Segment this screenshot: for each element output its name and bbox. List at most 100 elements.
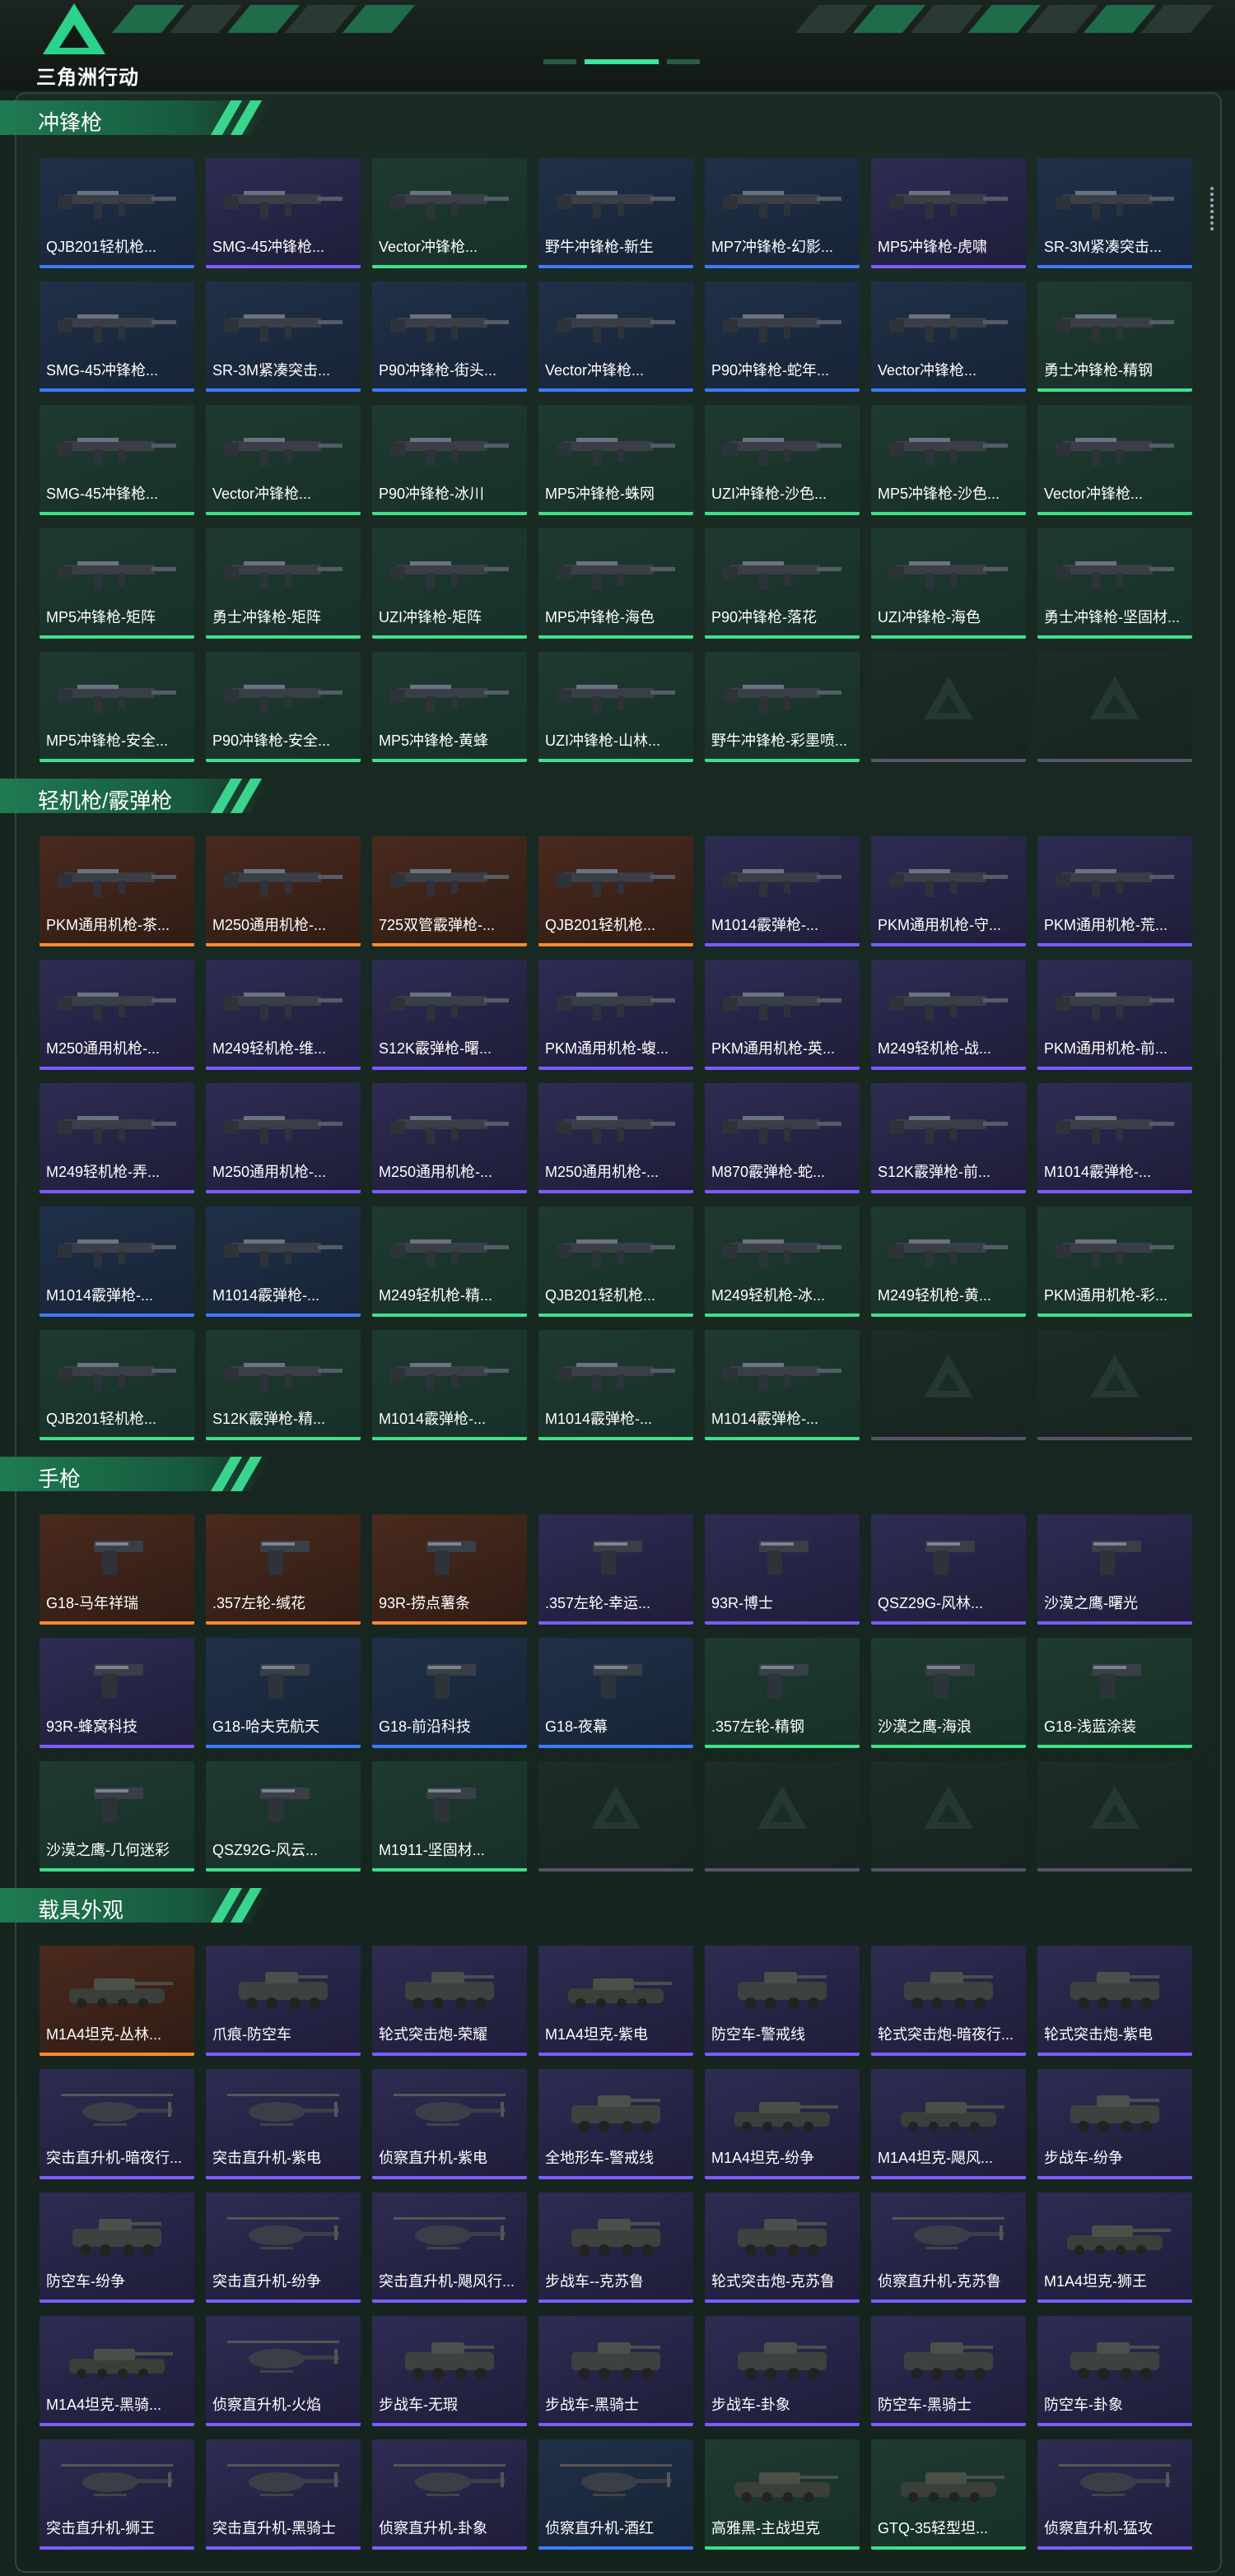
skin-card[interactable]: 侦察直升机-火焰	[206, 2316, 361, 2426]
skin-card[interactable]: 侦察直升机-卦象	[372, 2439, 527, 2550]
skin-card[interactable]: 沙漠之鹰-曙光	[1037, 1514, 1192, 1625]
skin-card[interactable]: 突击直升机-狮王	[40, 2439, 194, 2550]
skin-card[interactable]: 轮式突击炮-暗夜行...	[871, 1946, 1026, 2056]
scrollbar[interactable]	[1210, 184, 1215, 242]
skin-card[interactable]: 侦察直升机-酒红	[538, 2439, 693, 2550]
skin-card[interactable]: MP5冲锋枪-海色	[538, 528, 693, 639]
skin-card[interactable]: 突击直升机-暗夜行...	[40, 2069, 194, 2179]
skin-card[interactable]: 侦察直升机-克苏鲁	[871, 2192, 1026, 2303]
skin-card[interactable]: 勇士冲锋枪-坚固材...	[1037, 528, 1192, 639]
skin-card[interactable]: P90冲锋枪-蛇年...	[705, 281, 860, 392]
skin-card[interactable]: PKM通用机枪-茶...	[40, 836, 194, 946]
skin-card[interactable]: Vector冲锋枪...	[538, 281, 693, 392]
skin-card[interactable]: S12K霰弹枪-前...	[871, 1083, 1026, 1193]
skin-card[interactable]: M250通用机枪-...	[538, 1083, 693, 1193]
skin-card[interactable]: M1014霰弹枪-...	[372, 1330, 527, 1440]
skin-card[interactable]: M1911-坚固材...	[372, 1761, 527, 1872]
skin-card[interactable]: SR-3M紧凑突击...	[1037, 158, 1192, 268]
skin-card[interactable]: 全地形车-警戒线	[538, 2069, 693, 2179]
skin-card[interactable]: G18-前沿科技	[372, 1638, 527, 1748]
skin-card[interactable]: 步战车-纷争	[1037, 2069, 1192, 2179]
skin-card[interactable]: QJB201轻机枪...	[40, 158, 194, 268]
skin-card[interactable]: M1014霰弹枪-...	[40, 1207, 194, 1317]
skin-card[interactable]: M250通用机枪-...	[40, 960, 194, 1070]
skin-card[interactable]: G18-哈夫克航天	[206, 1638, 361, 1748]
skin-card[interactable]: M250通用机枪-...	[206, 1083, 361, 1193]
skin-card[interactable]: 野牛冲锋枪-彩墨喷...	[705, 652, 860, 762]
skin-card[interactable]: S12K霰弹枪-曙...	[372, 960, 527, 1070]
skin-card[interactable]: QJB201轻机枪...	[40, 1330, 194, 1440]
skin-card[interactable]: P90冲锋枪-安全...	[206, 652, 361, 762]
skin-card[interactable]: M249轻机枪-冰...	[705, 1207, 860, 1317]
skin-card[interactable]: M249轻机枪-弄...	[40, 1083, 194, 1193]
skin-card[interactable]: 93R-博士	[705, 1514, 860, 1625]
skin-card[interactable]: M249轻机枪-战...	[871, 960, 1026, 1070]
skin-card[interactable]: 高雅黑-主战坦克	[705, 2439, 860, 2550]
skin-card[interactable]: 93R-捞点薯条	[372, 1514, 527, 1625]
skin-card[interactable]: 轮式突击炮-紫电	[1037, 1946, 1192, 2056]
skin-card[interactable]: UZI冲锋枪-海色	[871, 528, 1026, 639]
skin-card[interactable]: 沙漠之鹰-几何迷彩	[40, 1761, 194, 1872]
skin-card[interactable]: QSZ29G-风林...	[871, 1514, 1026, 1625]
skin-card[interactable]: PKM通用机枪-彩...	[1037, 1207, 1192, 1317]
skin-card[interactable]: UZI冲锋枪-山林...	[538, 652, 693, 762]
skin-card[interactable]: M1014霰弹枪-...	[206, 1207, 361, 1317]
skin-card[interactable]: 轮式突击炮-克苏鲁	[705, 2192, 860, 2303]
skin-card[interactable]: 突击直升机-紫电	[206, 2069, 361, 2179]
skin-card[interactable]: .357左轮-精钢	[705, 1638, 860, 1748]
skin-card[interactable]: P90冲锋枪-落花	[705, 528, 860, 639]
skin-card[interactable]: M870霰弹枪-蛇...	[705, 1083, 860, 1193]
skin-card[interactable]: M1A4坦克-黑骑...	[40, 2316, 194, 2426]
skin-card[interactable]: M1A4坦克-丛林...	[40, 1946, 194, 2056]
skin-card[interactable]: M1A4坦克-纷争	[705, 2069, 860, 2179]
skin-card[interactable]: 勇士冲锋枪-精钢	[1037, 281, 1192, 392]
skin-card[interactable]: 725双管霰弹枪-...	[372, 836, 527, 946]
skin-card[interactable]: 防空车-纷争	[40, 2192, 194, 2303]
skin-card[interactable]: G18-马年祥瑞	[40, 1514, 194, 1625]
skin-card[interactable]: M249轻机枪-精...	[372, 1207, 527, 1317]
skin-card[interactable]: SMG-45冲锋枪...	[40, 281, 194, 392]
skin-card[interactable]: UZI冲锋枪-矩阵	[372, 528, 527, 639]
skin-card[interactable]: GTQ-35轻型坦...	[871, 2439, 1026, 2550]
skin-card[interactable]: M249轻机枪-维...	[206, 960, 361, 1070]
skin-card[interactable]: Vector冲锋枪...	[372, 158, 527, 268]
skin-card[interactable]: 步战车-黑骑士	[538, 2316, 693, 2426]
skin-card[interactable]: 突击直升机-飓风行...	[372, 2192, 527, 2303]
skin-card[interactable]: M250通用机枪-...	[372, 1083, 527, 1193]
skin-card[interactable]: 突击直升机-黑骑士	[206, 2439, 361, 2550]
skin-card[interactable]: M1014霰弹枪-...	[705, 836, 860, 946]
skin-card[interactable]: P90冲锋枪-街头...	[372, 281, 527, 392]
skin-card[interactable]: Vector冲锋枪...	[871, 281, 1026, 392]
skin-card[interactable]: 侦察直升机-紫电	[372, 2069, 527, 2179]
skin-card[interactable]: M1014霰弹枪-...	[1037, 1083, 1192, 1193]
skin-card[interactable]: SR-3M紧凑突击...	[206, 281, 361, 392]
skin-card[interactable]: 93R-蜂窝科技	[40, 1638, 194, 1748]
skin-card[interactable]: 步战车-无瑕	[372, 2316, 527, 2426]
skin-card[interactable]: MP5冲锋枪-矩阵	[40, 528, 194, 639]
skin-card[interactable]: QJB201轻机枪...	[538, 836, 693, 946]
skin-card[interactable]: 勇士冲锋枪-矩阵	[206, 528, 361, 639]
skin-card[interactable]: M1A4坦克-飓风...	[871, 2069, 1026, 2179]
skin-card[interactable]: 野牛冲锋枪-新生	[538, 158, 693, 268]
skin-card[interactable]: M1A4坦克-紫电	[538, 1946, 693, 2056]
skin-card[interactable]: M250通用机枪-...	[206, 836, 361, 946]
skin-card[interactable]: QJB201轻机枪...	[538, 1207, 693, 1317]
skin-card[interactable]: PKM通用机枪-前...	[1037, 960, 1192, 1070]
skin-card[interactable]: M1A4坦克-狮王	[1037, 2192, 1192, 2303]
skin-card[interactable]: 突击直升机-纷争	[206, 2192, 361, 2303]
skin-card[interactable]: QSZ92G-风云...	[206, 1761, 361, 1872]
skin-card[interactable]: 防空车-卦象	[1037, 2316, 1192, 2426]
skin-card[interactable]: 步战车-卦象	[705, 2316, 860, 2426]
skin-card[interactable]: 沙漠之鹰-海浪	[871, 1638, 1026, 1748]
skin-card[interactable]: PKM通用机枪-守...	[871, 836, 1026, 946]
skin-card[interactable]: S12K霰弹枪-精...	[206, 1330, 361, 1440]
skin-card[interactable]: M1014霰弹枪-...	[705, 1330, 860, 1440]
skin-card[interactable]: .357左轮-缄花	[206, 1514, 361, 1625]
skin-card[interactable]: PKM通用机枪-蝮...	[538, 960, 693, 1070]
skin-card[interactable]: 防空车-黑骑士	[871, 2316, 1026, 2426]
skin-card[interactable]: 侦察直升机-猛攻	[1037, 2439, 1192, 2550]
skin-card[interactable]: MP5冲锋枪-沙色...	[871, 405, 1026, 515]
skin-card[interactable]: 轮式突击炮-荣耀	[372, 1946, 527, 2056]
skin-card[interactable]: MP7冲锋枪-幻影...	[705, 158, 860, 268]
skin-card[interactable]: SMG-45冲锋枪...	[40, 405, 194, 515]
